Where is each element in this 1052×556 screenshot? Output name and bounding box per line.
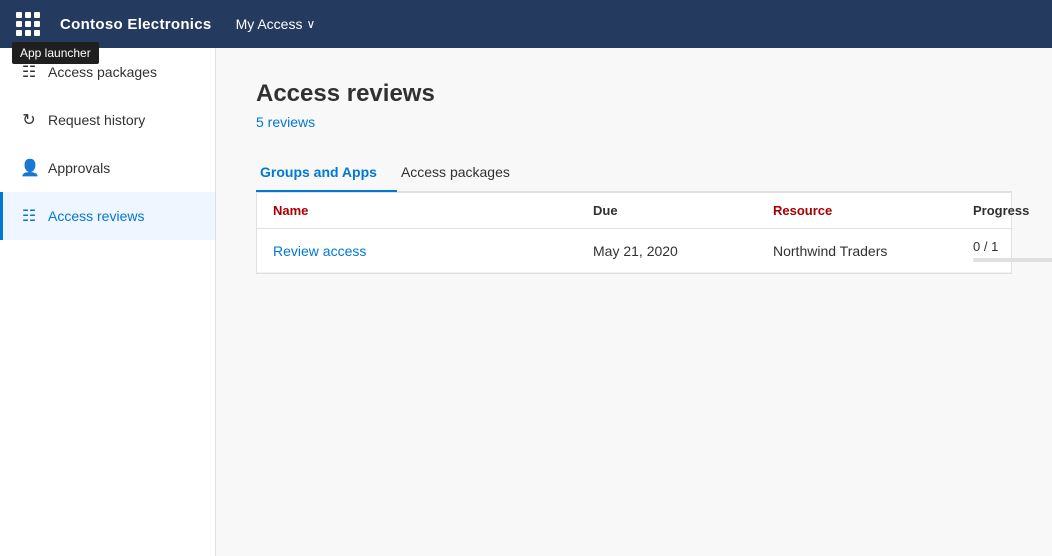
review-due-date: May 21, 2020 [593, 243, 773, 259]
col-header-name: Name [273, 203, 593, 218]
progress-label: 0 / 1 [973, 239, 1052, 254]
approvals-icon: 👤 [20, 158, 38, 178]
access-packages-icon: ☷ [20, 62, 38, 82]
page-layout: ☷ Access packages ↻ Request history 👤 Ap… [0, 48, 1052, 556]
access-reviews-icon: ☷ [20, 206, 38, 226]
launcher-tooltip: App launcher [12, 42, 99, 64]
page-title: Access reviews [256, 80, 1012, 108]
sidebar-item-label: Access packages [48, 64, 157, 80]
sidebar-item-label: Access reviews [48, 208, 144, 224]
review-progress: 0 / 1 [973, 239, 1052, 262]
col-header-due: Due [593, 203, 773, 218]
sidebar-item-label: Approvals [48, 160, 110, 176]
col-header-progress: Progress [973, 203, 1029, 218]
app-launcher-button[interactable]: App launcher [12, 8, 44, 40]
table-header: Name Due Resource Progress [257, 193, 1011, 229]
tab-groups-and-apps[interactable]: Groups and Apps [256, 154, 397, 192]
sidebar-item-approvals[interactable]: 👤 Approvals [0, 144, 215, 192]
reviews-table: Name Due Resource Progress Review access… [256, 192, 1012, 274]
tab-access-packages[interactable]: Access packages [397, 154, 530, 192]
topnav: App launcher Contoso Electronics My Acce… [0, 0, 1052, 48]
table-row: Review access May 21, 2020 Northwind Tra… [257, 229, 1011, 273]
app-switcher[interactable]: My Access ∨ [236, 16, 316, 32]
brand-name: Contoso Electronics [60, 16, 212, 33]
review-name-link[interactable]: Review access [273, 243, 593, 259]
app-name-label: My Access [236, 16, 303, 32]
main-content: Access reviews 5 reviews Groups and Apps… [216, 48, 1052, 556]
request-history-icon: ↻ [20, 110, 38, 130]
reviews-count[interactable]: 5 reviews [256, 114, 1012, 130]
sidebar-item-request-history[interactable]: ↻ Request history [0, 96, 215, 144]
launcher-icon [16, 12, 40, 36]
chevron-down-icon: ∨ [306, 17, 315, 31]
sidebar-item-access-reviews[interactable]: ☷ Access reviews [0, 192, 215, 240]
tabs-bar: Groups and Apps Access packages [256, 154, 1012, 192]
col-header-resource: Resource [773, 203, 973, 218]
progress-container: 0 / 1 [973, 239, 1052, 262]
sidebar-item-label: Request history [48, 112, 145, 128]
review-resource: Northwind Traders [773, 243, 973, 259]
sidebar: ☷ Access packages ↻ Request history 👤 Ap… [0, 48, 216, 556]
progress-bar-background [973, 258, 1052, 262]
